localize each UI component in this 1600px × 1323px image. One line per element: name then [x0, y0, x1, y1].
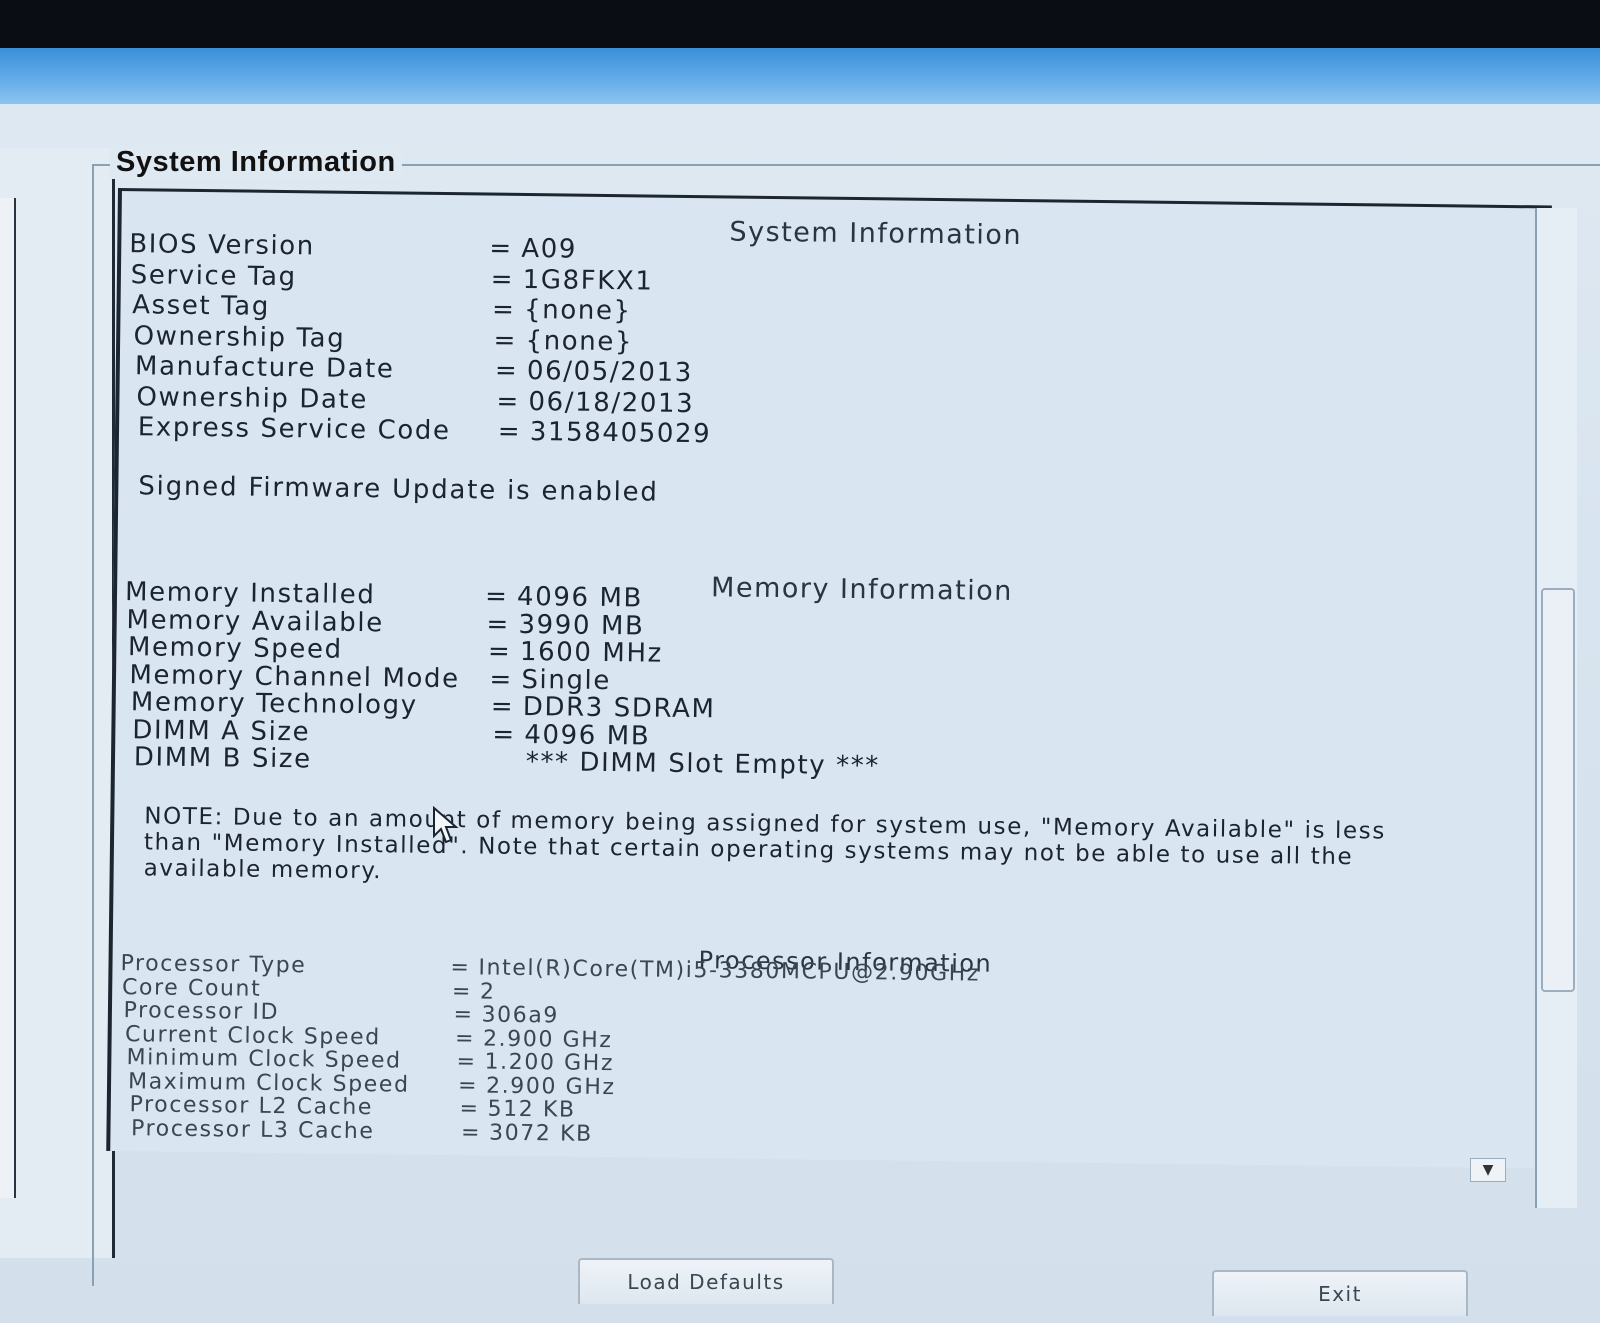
processor-info-value: 2: [479, 978, 496, 1005]
group-title: System Information: [110, 146, 402, 179]
processor-info-label: Processor L3 Cache: [130, 1115, 375, 1144]
load-defaults-button[interactable]: Load Defaults: [578, 1258, 834, 1304]
equals-sign: =: [492, 719, 516, 750]
processor-info-value: 1.200 GHz: [484, 1049, 615, 1077]
signed-firmware-status: Signed Firmware Update is enabled: [138, 471, 659, 508]
mouse-pointer-icon: [433, 806, 459, 844]
system-information-heading: System Information: [729, 216, 1023, 252]
equals-sign: =: [497, 416, 522, 447]
exit-button[interactable]: Exit: [1212, 1270, 1468, 1316]
equals-sign: =: [496, 386, 520, 417]
equals-sign: =: [490, 264, 515, 295]
system-info-value: A09: [521, 233, 578, 265]
system-info-value: {none}: [525, 325, 634, 357]
memory-info-value: *** DIMM Slot Empty ***: [525, 747, 881, 782]
system-info-label: Manufacture Date: [134, 351, 395, 385]
memory-info-label: DIMM B Size: [133, 742, 312, 775]
information-panel: System Information BIOS Version = A09 Servi…: [106, 188, 1552, 1169]
processor-info-value: Intel(R)Core(TM)i5-3380MCPU@2.90GHz: [478, 955, 981, 987]
equals-sign: =: [484, 581, 509, 612]
equals-sign: =: [487, 636, 512, 667]
processor-info-value: 512 KB: [487, 1096, 576, 1123]
system-info-label: Express Service Code: [137, 412, 451, 447]
equals-sign: =: [450, 955, 471, 981]
processor-info-value: 2.900 GHz: [485, 1073, 616, 1100]
processor-info-value: 2.900 GHz: [482, 1026, 613, 1053]
bios-screen: System Information System Information BI…: [0, 48, 1600, 1323]
settings-tree-scrollbar[interactable]: [0, 198, 16, 1198]
system-info-value: 06/18/2013: [528, 386, 695, 419]
title-bar: [0, 48, 1600, 104]
memory-note: NOTE: Due to an amount of memory being a…: [143, 803, 1387, 885]
equals-sign: =: [451, 978, 473, 1004]
equals-sign: =: [486, 609, 511, 640]
equals-sign: =: [456, 1049, 477, 1075]
processor-info-value: 3072 KB: [488, 1120, 593, 1147]
chevron-down-icon[interactable]: ▼: [1470, 1158, 1506, 1182]
system-info-label: Service Tag: [130, 259, 297, 292]
equals-sign: =: [454, 1025, 476, 1051]
processor-info-value: 306a9: [481, 1002, 560, 1029]
system-info-value: {none}: [523, 294, 632, 327]
equals-sign: =: [493, 325, 518, 356]
system-info-value: 1G8FKX1: [522, 264, 654, 297]
content-scrollbar[interactable]: [1535, 208, 1577, 1208]
system-info-label: Ownership Date: [136, 381, 369, 415]
equals-sign: =: [494, 355, 519, 386]
equals-sign: =: [453, 1002, 474, 1028]
system-info-label: Ownership Tag: [133, 320, 346, 354]
equals-sign: =: [491, 294, 516, 325]
equals-sign: =: [489, 664, 513, 695]
processor-info-label: Core Count: [121, 974, 262, 1002]
memory-info-value: Single: [521, 664, 612, 696]
memory-information-heading: Memory Information: [710, 572, 1014, 607]
equals-sign: =: [489, 233, 513, 264]
system-info-label: Asset Tag: [131, 290, 271, 322]
equals-sign: =: [460, 1119, 482, 1146]
system-info-value: 3158405029: [529, 417, 712, 450]
equals-sign: =: [459, 1096, 480, 1122]
system-info-value: 06/05/2013: [526, 356, 694, 389]
equals-sign: =: [490, 691, 515, 722]
system-info-label: BIOS Version: [129, 229, 316, 262]
scrollbar-thumb[interactable]: [1541, 588, 1575, 992]
equals-sign: =: [457, 1072, 479, 1098]
